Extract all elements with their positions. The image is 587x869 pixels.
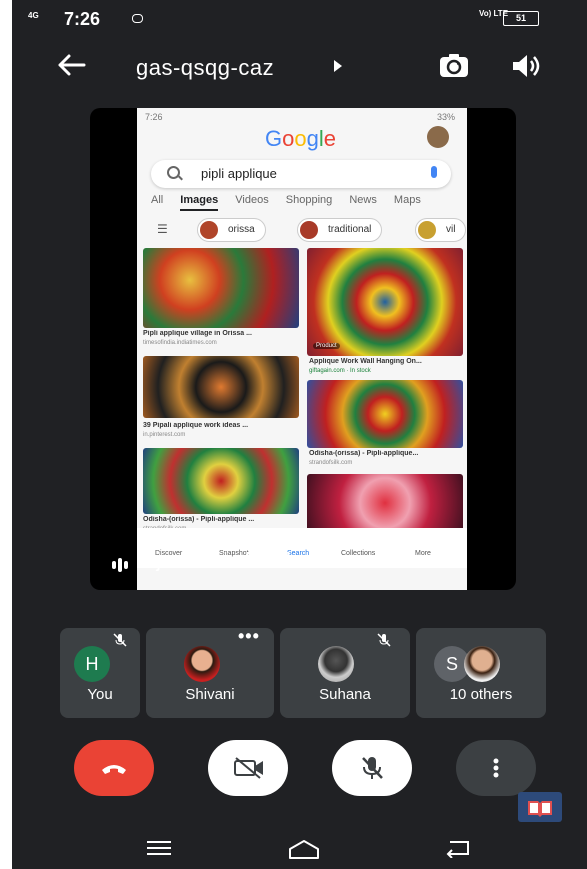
more-vert-icon	[493, 758, 499, 778]
search-tabs: All Images Videos Shopping News Maps	[151, 194, 467, 214]
avatar	[427, 126, 449, 148]
result-caption: Applique Work Wall Hanging On...	[309, 358, 422, 365]
speaker-icon[interactable]	[510, 52, 540, 85]
shared-screen[interactable]: 7:26 33% Google pipli applique All Image…	[90, 108, 516, 590]
back-arrow-icon[interactable]	[56, 52, 86, 84]
result-source: timesofindia.indiatimes.com	[143, 340, 217, 346]
result-image	[143, 356, 299, 418]
battery-indicator: 51	[503, 11, 539, 26]
result-image	[307, 248, 463, 356]
more-options-button[interactable]	[456, 740, 536, 796]
search-icon	[167, 166, 180, 179]
mic-icon	[431, 166, 437, 178]
tab-news: News	[349, 194, 377, 206]
mic-off-icon	[113, 633, 127, 647]
end-call-icon	[102, 765, 126, 774]
tab-shopping: Shopping	[285, 194, 333, 206]
participant-tile-you[interactable]: H You	[60, 628, 140, 718]
result-caption: Odisha-(orissa) - Pipli-applique ...	[143, 516, 255, 523]
chip-village: vil	[415, 218, 467, 242]
switch-camera-icon[interactable]	[438, 52, 470, 85]
participant-tile-others[interactable]: S 10 others	[416, 628, 546, 718]
screen-content: 7:26 33% Google pipli applique All Image…	[137, 108, 467, 590]
mic-toggle-button[interactable]	[332, 740, 412, 796]
participant-tile-suhana[interactable]: Suhana	[280, 628, 410, 718]
audio-level-icon	[112, 556, 130, 574]
result-source: strandofsilk.com	[309, 460, 353, 466]
tab-videos: Videos	[235, 194, 269, 206]
avatar	[318, 646, 354, 682]
mic-off-icon	[362, 757, 383, 779]
participant-name: Suhana	[319, 686, 371, 703]
meeting-code[interactable]: gas-qsqg-caz	[136, 55, 274, 81]
nav-collections: Collections	[341, 550, 376, 557]
mic-off-icon	[377, 633, 391, 647]
participant-tile-shivani[interactable]: ••• Shivani	[146, 626, 274, 718]
reader-overlay-icon[interactable]	[518, 792, 562, 822]
back-nav-icon[interactable]	[442, 838, 472, 858]
shared-status-battery: 33%	[436, 112, 455, 122]
avatar: H	[74, 646, 110, 682]
status-bar: 4G 7:26 Vo) LTE 51	[12, 0, 587, 40]
search-query: pipli applique	[201, 166, 277, 181]
tab-maps: Maps	[393, 194, 421, 206]
more-options-icon[interactable]: •••	[238, 626, 260, 647]
chip-orissa: orissa	[197, 218, 266, 242]
result-image	[143, 248, 299, 328]
result-image	[307, 474, 463, 532]
filter-icon: ☰	[157, 222, 168, 236]
participant-name: 10 others	[449, 686, 513, 703]
result-image	[143, 448, 299, 514]
filter-chips: ☰ orissa traditional vil	[151, 218, 467, 244]
result-image	[307, 380, 463, 448]
nav-more: More	[415, 550, 431, 557]
result-caption: 39 Pipali applique work ideas ...	[143, 422, 249, 429]
shared-status-time: 7:26	[145, 112, 163, 122]
participant-name: Shivani	[185, 686, 235, 703]
camera-off-icon	[234, 757, 263, 779]
status-time: 7:26	[64, 9, 101, 29]
camera-toggle-button[interactable]	[208, 740, 288, 796]
avatar	[464, 646, 500, 682]
chip-traditional: traditional	[297, 218, 383, 242]
avatar	[184, 646, 220, 682]
speaker-name: rajashri nimbhorkar	[138, 550, 315, 572]
tab-images: Images	[180, 194, 219, 211]
result-caption: Pipli applique village in Orissa ...	[143, 330, 252, 337]
end-call-button[interactable]	[74, 740, 154, 796]
result-caption: Odisha-(orissa) - Pipli-applique...	[309, 450, 419, 457]
result-source: in.pinterest.com	[143, 432, 186, 438]
result-source: giftagain.com · In stock	[309, 368, 371, 374]
network-indicator: 4G	[28, 11, 39, 20]
search-input: pipli applique	[151, 160, 451, 188]
home-icon[interactable]	[286, 838, 322, 860]
meet-screen: 4G 7:26 Vo) LTE 51 gas-qsqg-caz 7:26 33%…	[12, 0, 587, 869]
cast-icon	[132, 14, 143, 23]
product-badge: Product	[313, 343, 340, 349]
tab-all: All	[151, 194, 164, 206]
participant-name: You	[87, 686, 113, 703]
google-logo: Google	[265, 126, 337, 151]
chevron-right-icon[interactable]	[334, 60, 342, 72]
menu-icon[interactable]	[144, 838, 174, 858]
